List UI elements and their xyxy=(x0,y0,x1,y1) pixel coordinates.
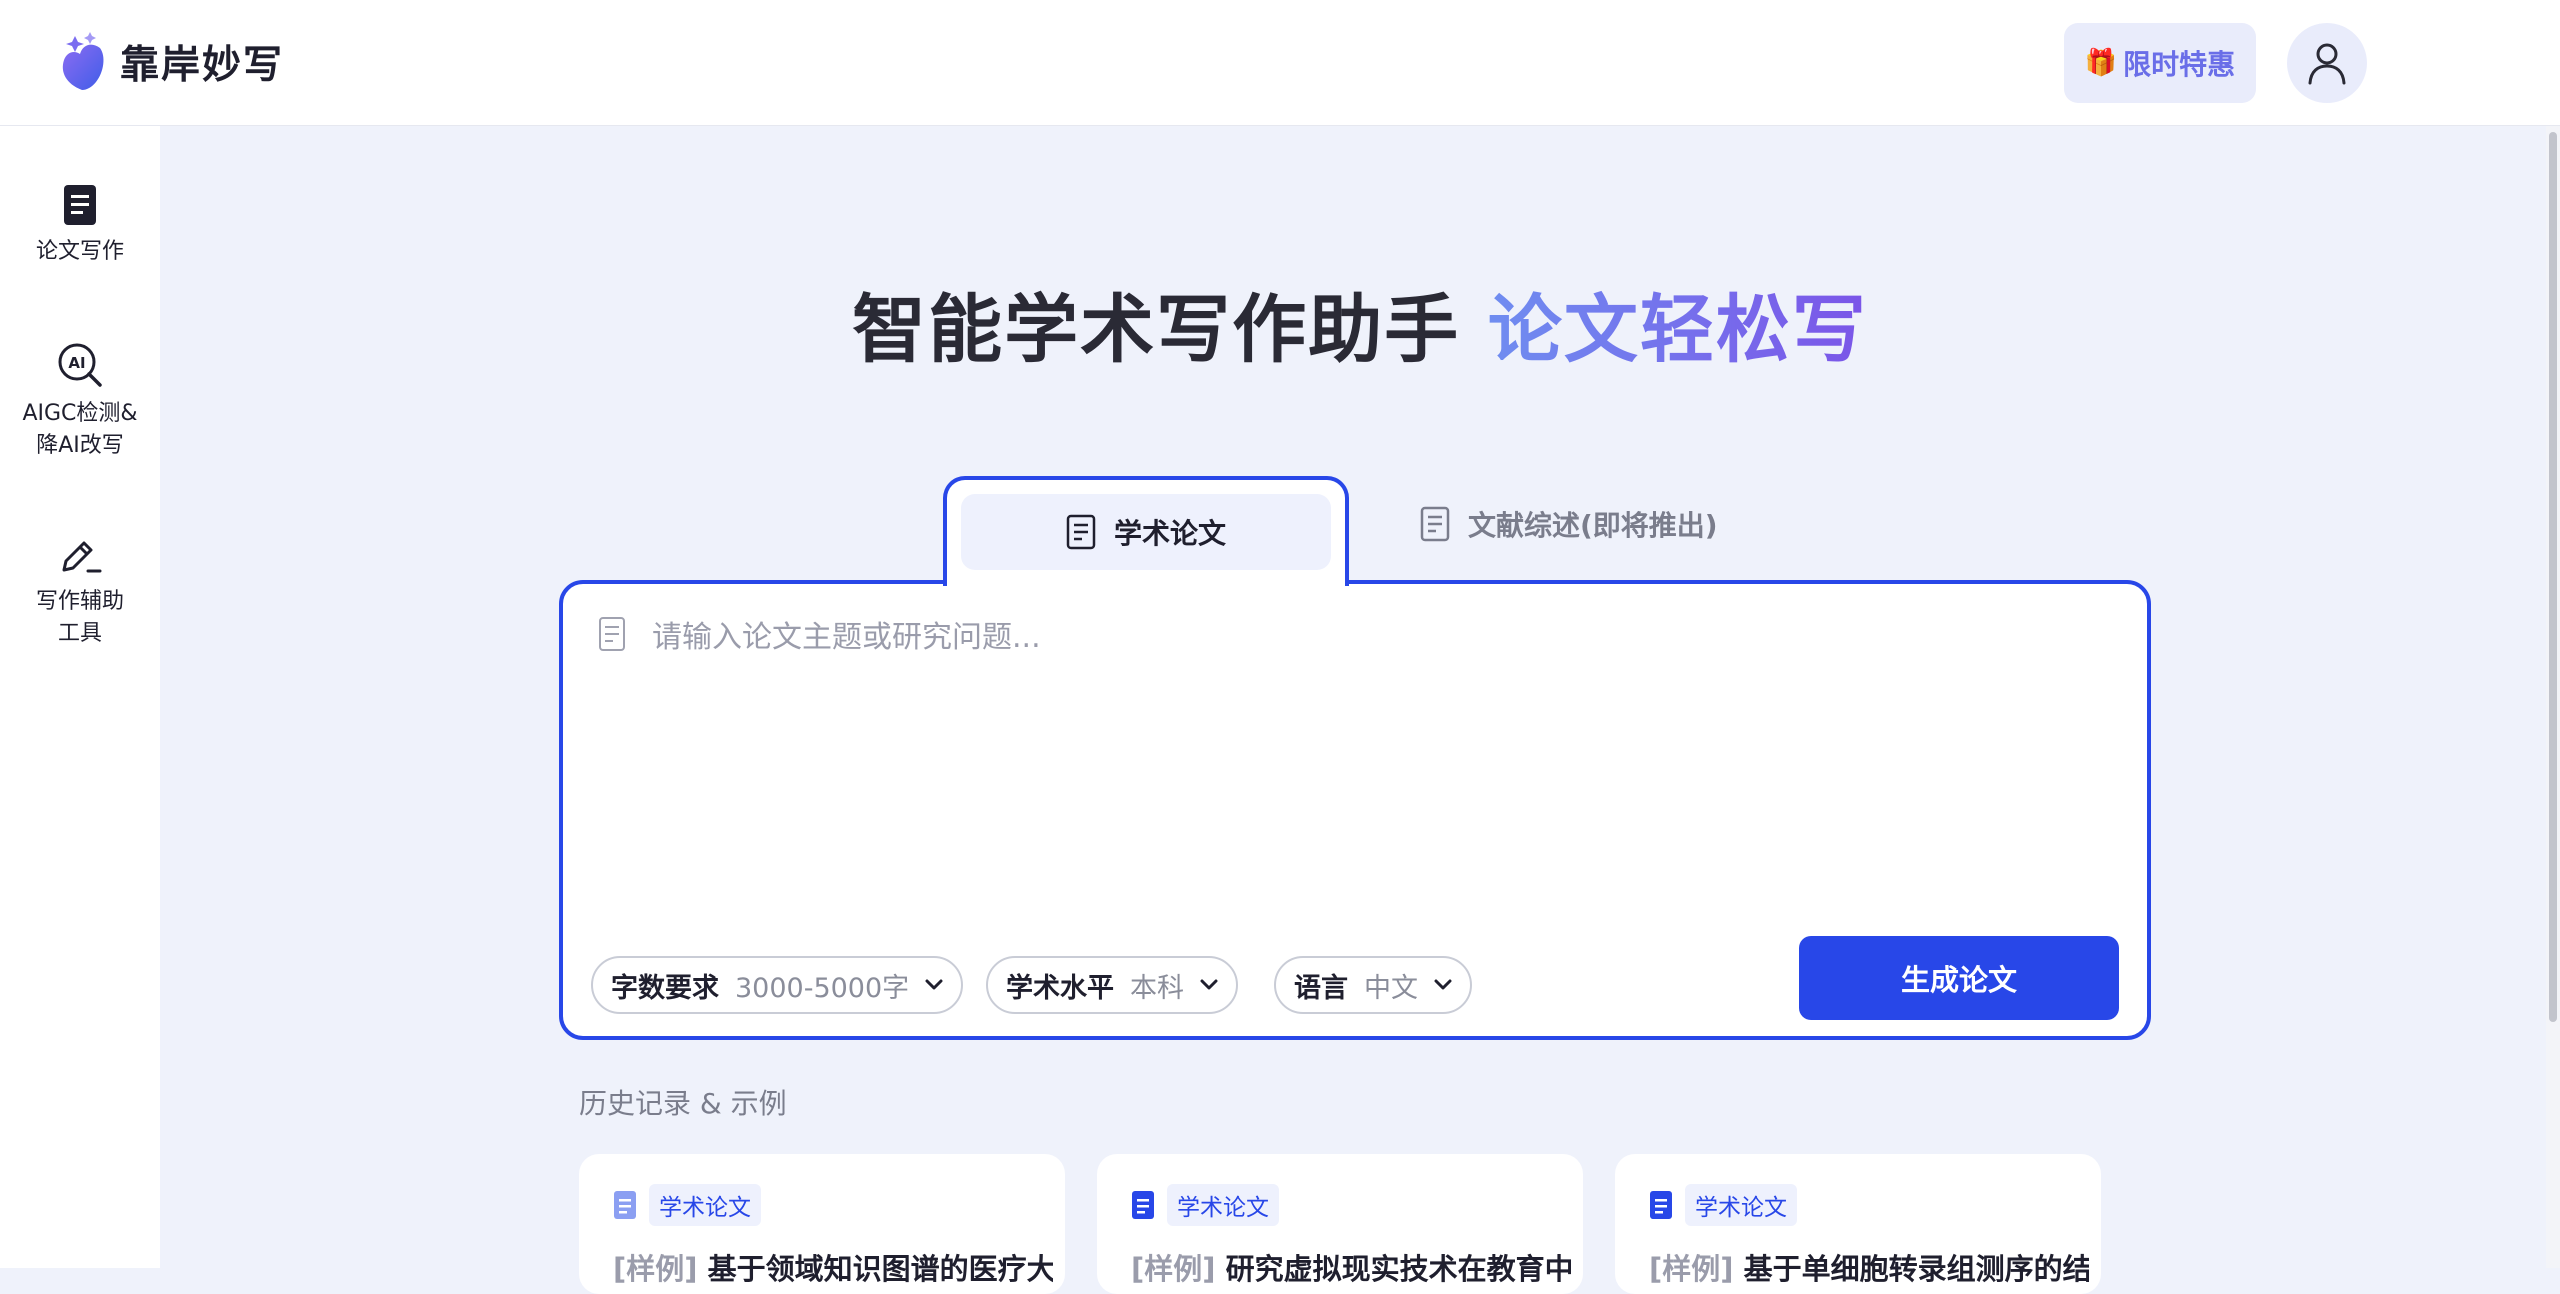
history-card[interactable]: 学术论文 [样例] 基于单细胞转录组测序的结 xyxy=(1615,1154,2101,1294)
option-label: 语言 xyxy=(1294,972,1348,1004)
card-title: [样例] 基于单细胞转录组测序的结 xyxy=(1649,1246,2089,1288)
option-value: 3000-5000字 xyxy=(735,972,910,1004)
card-sample-prefix: [样例] xyxy=(1649,1252,1734,1286)
chevron-down-icon xyxy=(1200,979,1218,990)
tab-academic-paper-inner[interactable]: 学术论文 xyxy=(961,494,1331,570)
sidebar-item-label: 论文写作 xyxy=(35,239,124,264)
title-accent: 论文轻松写 xyxy=(1487,287,1868,373)
sidebar-item-label: AIGC检测& 降AI改写 xyxy=(22,401,138,458)
card-header: 学术论文 xyxy=(1131,1184,1279,1226)
title-plain: 智能学术写作助手 xyxy=(852,287,1461,373)
document-outline-icon xyxy=(1420,506,1450,542)
topic-input-placeholder: 请输入论文主题或研究问题... xyxy=(652,620,1041,655)
document-outline-icon xyxy=(599,617,625,651)
card-title-text: 基于领域知识图谱的医疗大 xyxy=(697,1252,1053,1286)
sidebar-item-writing-tools[interactable]: 写作辅助 工具 xyxy=(0,536,160,650)
page-scrollbar-thumb[interactable] xyxy=(2549,132,2557,1022)
card-title: [样例] 基于领域知识图谱的医疗大 xyxy=(613,1246,1053,1288)
document-icon xyxy=(1132,1191,1154,1219)
option-label: 学术水平 xyxy=(1006,972,1114,1004)
card-header: 学术论文 xyxy=(613,1184,761,1226)
topic-input[interactable]: 请输入论文主题或研究问题... xyxy=(598,612,1041,656)
card-title: [样例] 研究虚拟现实技术在教育中 xyxy=(1131,1246,1571,1288)
card-sample-prefix: [样例] xyxy=(613,1252,698,1286)
history-card[interactable]: 学术论文 [样例] 基于领域知识图谱的医疗大 xyxy=(579,1154,1065,1294)
sidebar-item-label: 写作辅助 工具 xyxy=(35,589,124,646)
chevron-down-icon xyxy=(1434,979,1452,990)
history-section-title: 历史记录 & 示例 xyxy=(579,1087,787,1120)
gift-icon: 🎁 xyxy=(2084,48,2118,78)
document-icon xyxy=(614,1191,636,1219)
app-name: 靠岸妙写 xyxy=(120,43,285,88)
promo-button[interactable]: 🎁 限时特惠 xyxy=(2064,23,2256,103)
academic-level-select[interactable]: 学术水平 本科 xyxy=(986,956,1238,1014)
tab-label: 文献综述(即将推出) xyxy=(1468,509,1718,542)
document-icon xyxy=(1650,1191,1672,1219)
tab-literature-review[interactable]: 文献综述(即将推出) xyxy=(1420,494,1718,554)
history-card[interactable]: 学术论文 [样例] 研究虚拟现实技术在教育中 xyxy=(1097,1154,1583,1294)
user-avatar-button[interactable] xyxy=(2287,23,2367,103)
promo-label: 限时特惠 xyxy=(2123,48,2236,81)
tab-label: 学术论文 xyxy=(1113,517,1226,550)
chevron-down-icon xyxy=(925,979,943,990)
user-icon xyxy=(2308,43,2346,85)
generate-paper-button[interactable]: 生成论文 xyxy=(1799,936,2119,1020)
option-value: 本科 xyxy=(1130,972,1184,1004)
card-tag: 学术论文 xyxy=(1685,1184,1797,1226)
tab-academic-paper[interactable]: 学术论文 xyxy=(943,476,1349,586)
logo-icon xyxy=(62,32,104,90)
document-outline-icon xyxy=(1066,514,1096,550)
sidebar-item-paper-writing[interactable]: 论文写作 xyxy=(0,184,160,268)
tab-joiner xyxy=(947,578,1345,590)
option-label: 字数要求 xyxy=(611,972,719,1004)
language-select[interactable]: 语言 中文 xyxy=(1274,956,1472,1014)
card-tag: 学术论文 xyxy=(1167,1184,1279,1226)
document-icon xyxy=(64,185,96,225)
card-sample-prefix: [样例] xyxy=(1131,1252,1216,1286)
top-header: 靠岸妙写 🎁 限时特惠 xyxy=(0,0,2560,126)
option-value: 中文 xyxy=(1364,972,1418,1004)
card-tag: 学术论文 xyxy=(649,1184,761,1226)
pencil-icon xyxy=(62,541,102,573)
page-title: 智能学术写作助手 论文轻松写 xyxy=(0,270,2560,377)
app-logo[interactable]: 靠岸妙写 xyxy=(58,32,284,92)
word-count-select[interactable]: 字数要求 3000-5000字 xyxy=(591,956,964,1014)
card-header: 学术论文 xyxy=(1649,1184,1797,1226)
card-title-text: 研究虚拟现实技术在教育中 xyxy=(1215,1252,1571,1286)
card-title-text: 基于单细胞转录组测序的结 xyxy=(1733,1252,2089,1286)
